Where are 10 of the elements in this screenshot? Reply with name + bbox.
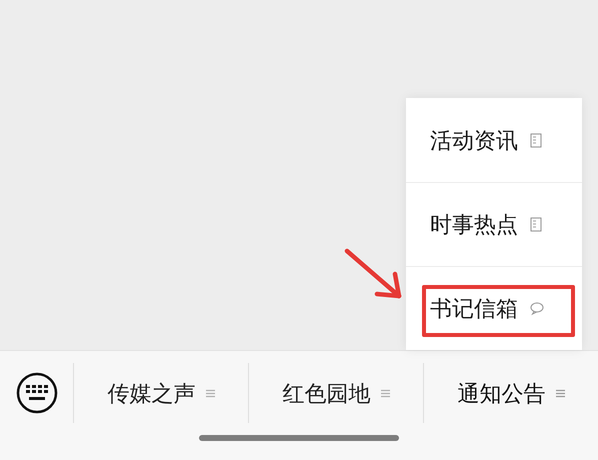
- speech-bubble-icon: [530, 301, 545, 316]
- menu-bar-item[interactable]: 传媒之声: [73, 363, 248, 423]
- menu-bar-item[interactable]: 红色园地: [248, 363, 423, 423]
- submenu-lines-icon: [206, 388, 214, 398]
- submenu-lines-icon: [556, 388, 564, 398]
- submenu-item[interactable]: 活动资讯: [406, 124, 545, 156]
- menu-bar-item[interactable]: 通知公告: [423, 363, 598, 423]
- submenu-item[interactable]: 时事热点: [406, 208, 545, 241]
- submenu-lines-icon: [380, 388, 390, 398]
- submenu-item[interactable]: 书记信箱: [406, 292, 545, 325]
